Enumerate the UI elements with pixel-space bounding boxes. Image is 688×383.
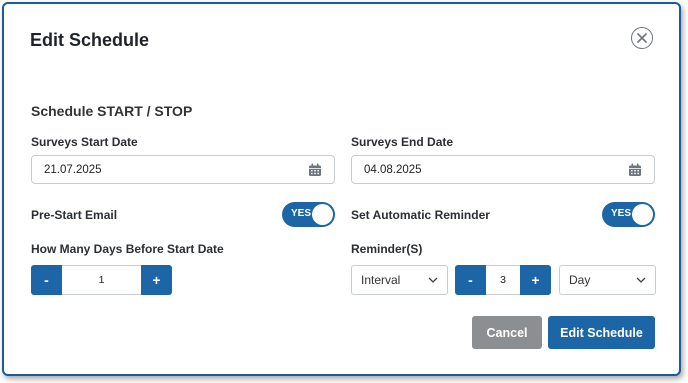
- calendar-icon[interactable]: [628, 163, 642, 177]
- reminder-type-select[interactable]: Interval: [351, 265, 448, 295]
- close-icon: [637, 33, 647, 43]
- close-button[interactable]: [631, 27, 653, 49]
- auto-reminder-toggle[interactable]: YES: [602, 202, 655, 227]
- toggle-label: YES: [611, 208, 632, 219]
- section-title: Schedule START / STOP: [31, 103, 193, 119]
- calendar-icon[interactable]: [308, 163, 322, 177]
- chevron-down-icon: [636, 277, 646, 283]
- toggle-knob: [312, 204, 333, 225]
- reminder-unit-select[interactable]: Day: [559, 265, 656, 295]
- end-date-input[interactable]: [352, 156, 628, 183]
- end-date-field[interactable]: [351, 155, 655, 184]
- start-date-label: Surveys Start Date: [31, 135, 138, 149]
- days-before-value[interactable]: 1: [62, 265, 141, 295]
- chevron-down-icon: [428, 277, 438, 283]
- pre-start-email-label: Pre-Start Email: [31, 208, 118, 222]
- start-date-input[interactable]: [32, 156, 308, 183]
- edit-schedule-dialog: Edit Schedule Schedule START / STOP Surv…: [2, 2, 681, 376]
- reminder-type-value: Interval: [361, 273, 401, 287]
- reminder-count-value[interactable]: 3: [486, 265, 520, 295]
- toggle-label: YES: [291, 208, 312, 219]
- start-date-field[interactable]: [31, 155, 335, 184]
- reminder-unit-value: Day: [569, 273, 591, 287]
- cancel-button[interactable]: Cancel: [472, 316, 542, 349]
- days-before-label: How Many Days Before Start Date: [31, 242, 224, 256]
- days-before-increment-button[interactable]: +: [141, 265, 172, 295]
- end-date-label: Surveys End Date: [351, 135, 454, 149]
- toggle-knob: [632, 204, 653, 225]
- reminder-count-increment-button[interactable]: +: [520, 265, 551, 295]
- reminders-label: Reminder(S): [351, 242, 423, 256]
- dialog-title: Edit Schedule: [30, 30, 150, 50]
- auto-reminder-label: Set Automatic Reminder: [351, 208, 490, 222]
- reminder-count-decrement-button[interactable]: -: [455, 265, 486, 295]
- days-before-decrement-button[interactable]: -: [31, 265, 62, 295]
- edit-schedule-button[interactable]: Edit Schedule: [548, 316, 655, 349]
- pre-start-email-toggle[interactable]: YES: [282, 202, 335, 227]
